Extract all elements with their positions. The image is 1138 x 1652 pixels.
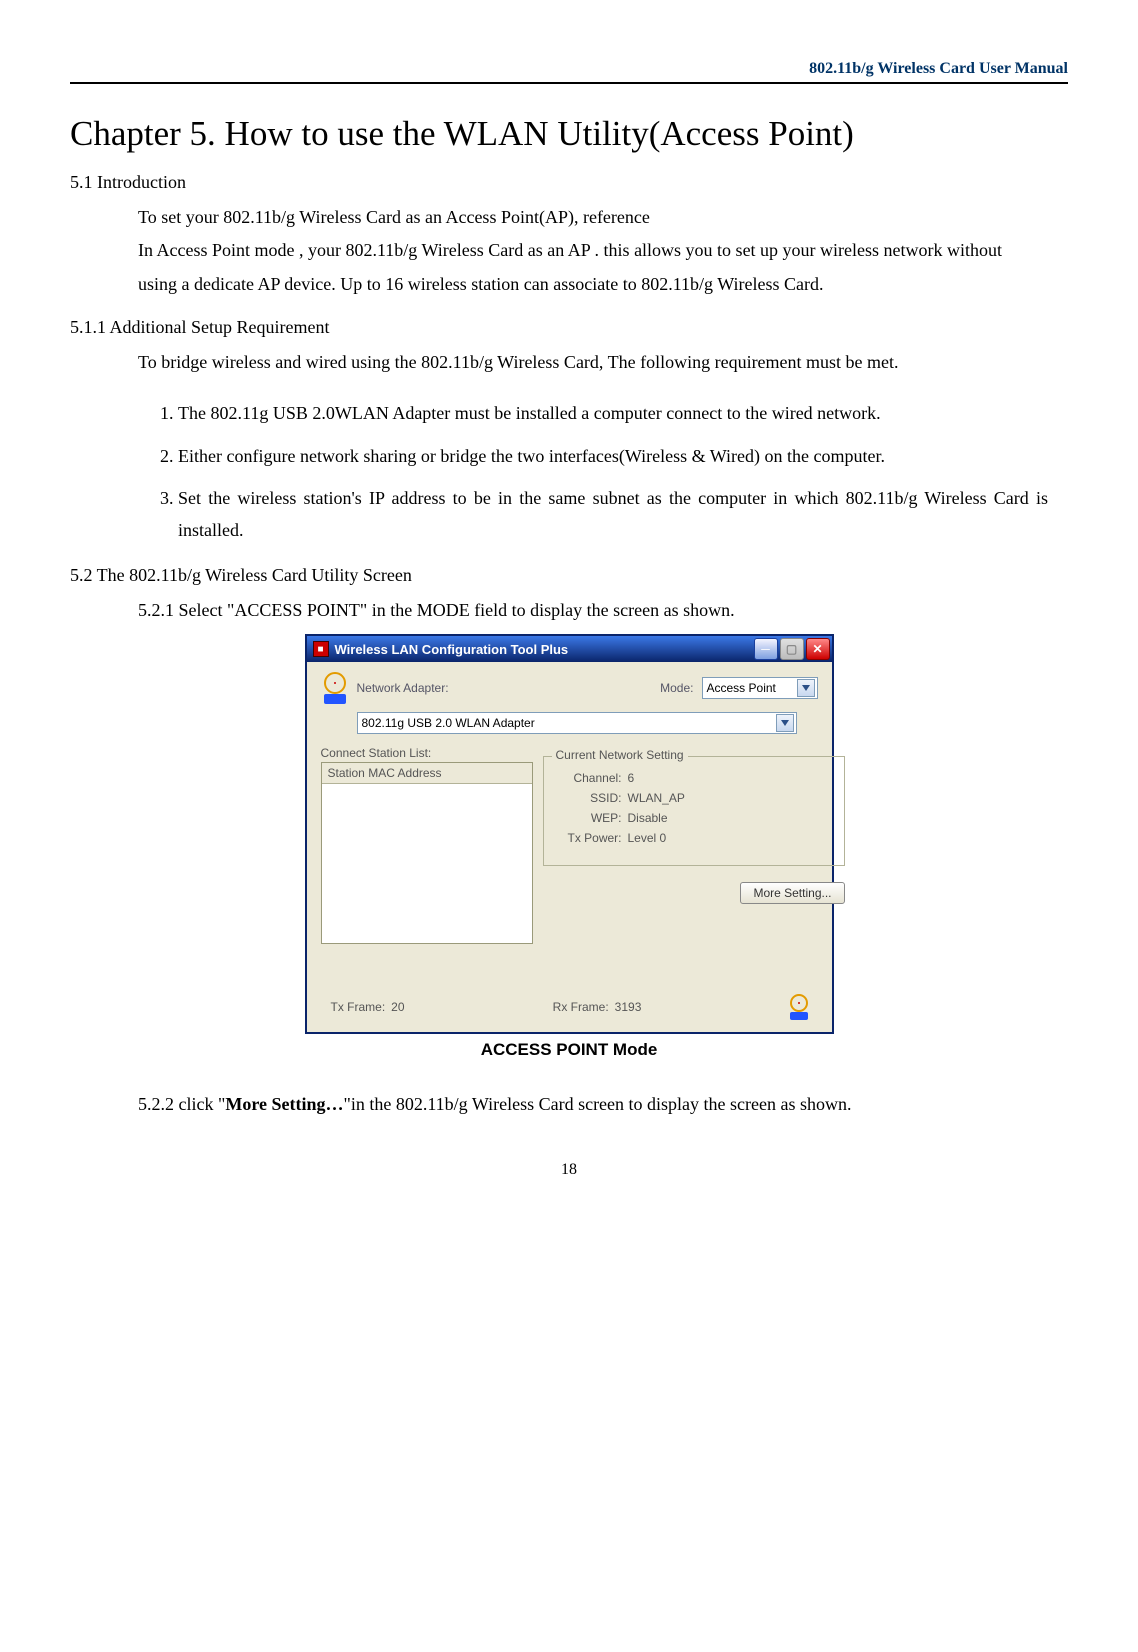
- close-button[interactable]: ✕: [806, 638, 830, 660]
- ssid-label: SSID:: [554, 791, 622, 805]
- app-icon: ■: [313, 641, 329, 657]
- sec522-prefix: 5.2.2 click ": [138, 1094, 225, 1114]
- chapter-title: Chapter 5. How to use the WLAN Utility(A…: [70, 114, 1068, 154]
- rx-frame-label: Rx Frame:: [553, 1000, 609, 1014]
- mode-label: Mode:: [660, 681, 693, 695]
- list-item: The 802.11g USB 2.0WLAN Adapter must be …: [178, 397, 1048, 429]
- adapter-value: 802.11g USB 2.0 WLAN Adapter: [362, 716, 535, 730]
- titlebar[interactable]: ■ Wireless LAN Configuration Tool Plus ─…: [307, 636, 832, 662]
- tx-frame-value: 20: [391, 1000, 404, 1014]
- section-5-1-1-paragraph: To bridge wireless and wired using the 8…: [138, 346, 1038, 379]
- list-item: Set the wireless station's IP address to…: [178, 482, 1048, 547]
- maximize-button: ▢: [780, 638, 804, 660]
- tx-frame-label: Tx Frame:: [331, 1000, 386, 1014]
- frame-title: Current Network Setting: [552, 748, 688, 762]
- txpower-label: Tx Power:: [554, 831, 622, 845]
- sec522-suffix: "in the 802.11b/g Wireless Card screen t…: [343, 1094, 851, 1114]
- list-item: Either configure network sharing or brid…: [178, 440, 1048, 472]
- page-number: 18: [70, 1161, 1068, 1179]
- ssid-value: WLAN_AP: [628, 791, 685, 805]
- figure-caption: ACCESS POINT Mode: [70, 1040, 1068, 1060]
- section-5-1-1-heading: 5.1.1 Additional Setup Requirement: [70, 317, 1068, 338]
- minimize-button[interactable]: ─: [754, 638, 778, 660]
- sec522-bold: More Setting…: [225, 1094, 343, 1114]
- window-title: Wireless LAN Configuration Tool Plus: [335, 642, 569, 657]
- channel-value: 6: [628, 771, 635, 785]
- connect-station-list-label: Connect Station List:: [321, 746, 533, 760]
- chevron-down-icon: [797, 679, 815, 697]
- running-header: 802.11b/g Wireless Card User Manual: [70, 60, 1068, 84]
- mode-value: Access Point: [707, 681, 776, 695]
- section-5-2-2: 5.2.2 click "More Setting…"in the 802.11…: [138, 1088, 1068, 1120]
- adapter-dropdown[interactable]: 802.11g USB 2.0 WLAN Adapter: [357, 712, 797, 734]
- wep-value: Disable: [628, 811, 668, 825]
- section-5-1-paragraph: To set your 802.11b/g Wireless Card as a…: [138, 201, 1038, 301]
- mode-dropdown[interactable]: Access Point: [702, 677, 818, 699]
- section-5-2-1: 5.2.1 Select "ACCESS POINT" in the MODE …: [138, 594, 1068, 626]
- section-5-1-heading: 5.1 Introduction: [70, 172, 1068, 193]
- signal-icon: [790, 994, 808, 1020]
- station-list[interactable]: Station MAC Address: [321, 762, 533, 944]
- chevron-down-icon: [776, 714, 794, 732]
- more-setting-button[interactable]: More Setting...: [740, 882, 844, 904]
- adapter-icon: [321, 672, 349, 704]
- rx-frame-value: 3193: [615, 1000, 642, 1014]
- current-network-setting-frame: Current Network Setting Channel:6 SSID:W…: [543, 756, 845, 866]
- wep-label: WEP:: [554, 811, 622, 825]
- channel-label: Channel:: [554, 771, 622, 785]
- section-5-2-heading: 5.2 The 802.11b/g Wireless Card Utility …: [70, 565, 1068, 586]
- requirement-list: The 802.11g USB 2.0WLAN Adapter must be …: [138, 397, 1048, 547]
- network-adapter-label: Network Adapter:: [357, 681, 449, 695]
- configuration-window: ■ Wireless LAN Configuration Tool Plus ─…: [305, 634, 834, 1034]
- txpower-value: Level 0: [628, 831, 667, 845]
- station-mac-header: Station MAC Address: [322, 763, 532, 784]
